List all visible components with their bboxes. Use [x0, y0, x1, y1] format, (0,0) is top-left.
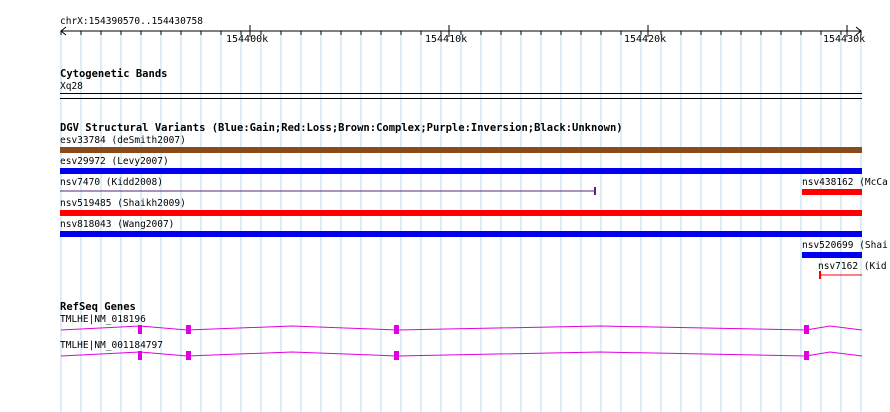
tick-label-154400k: 154400k	[226, 34, 269, 45]
variant-bar-nsv519485[interactable]	[60, 210, 862, 216]
variant-label-nsv520699[interactable]: nsv520699 (Shai	[802, 240, 888, 251]
variant-bar-nsv7470[interactable]	[60, 186, 600, 196]
refseq-track-title[interactable]: RefSeq Genes	[60, 301, 136, 313]
tick-label-154430k: 154430k	[823, 34, 866, 45]
tick-label-154410k: 154410k	[425, 34, 468, 45]
variant-bar-nsv7162[interactable]	[818, 270, 864, 280]
variant-label-esv29972[interactable]: esv29972 (Levy2007)	[60, 156, 169, 167]
variant-bar-nsv520699[interactable]	[802, 252, 862, 258]
cytoband-label[interactable]: Xq28	[60, 81, 83, 92]
cytoband-track-title[interactable]: Cytogenetic Bands	[60, 68, 167, 80]
tick-label-154420k: 154420k	[624, 34, 667, 45]
cytoband-bar[interactable]	[60, 93, 862, 99]
variant-label-nsv438162[interactable]: nsv438162 (McCa	[802, 177, 888, 188]
dgv-track-title[interactable]: DGV Structural Variants (Blue:Gain;Red:L…	[60, 122, 623, 134]
genome-browser: chrX:154390570..154430758 154400k 154410…	[0, 0, 890, 412]
transcript-model-nm-018196[interactable]	[0, 323, 890, 337]
variant-label-nsv519485[interactable]: nsv519485 (Shaikh2009)	[60, 198, 186, 209]
variant-bar-nsv438162[interactable]	[802, 189, 862, 195]
variant-label-esv33784[interactable]: esv33784 (deSmith2007)	[60, 135, 186, 146]
variant-bar-esv29972[interactable]	[60, 168, 862, 174]
variant-bar-esv33784[interactable]	[60, 147, 862, 153]
transcript-model-nm-001184797[interactable]	[0, 349, 890, 363]
variant-label-nsv818043[interactable]: nsv818043 (Wang2007)	[60, 219, 174, 230]
variant-bar-nsv818043[interactable]	[60, 231, 862, 237]
